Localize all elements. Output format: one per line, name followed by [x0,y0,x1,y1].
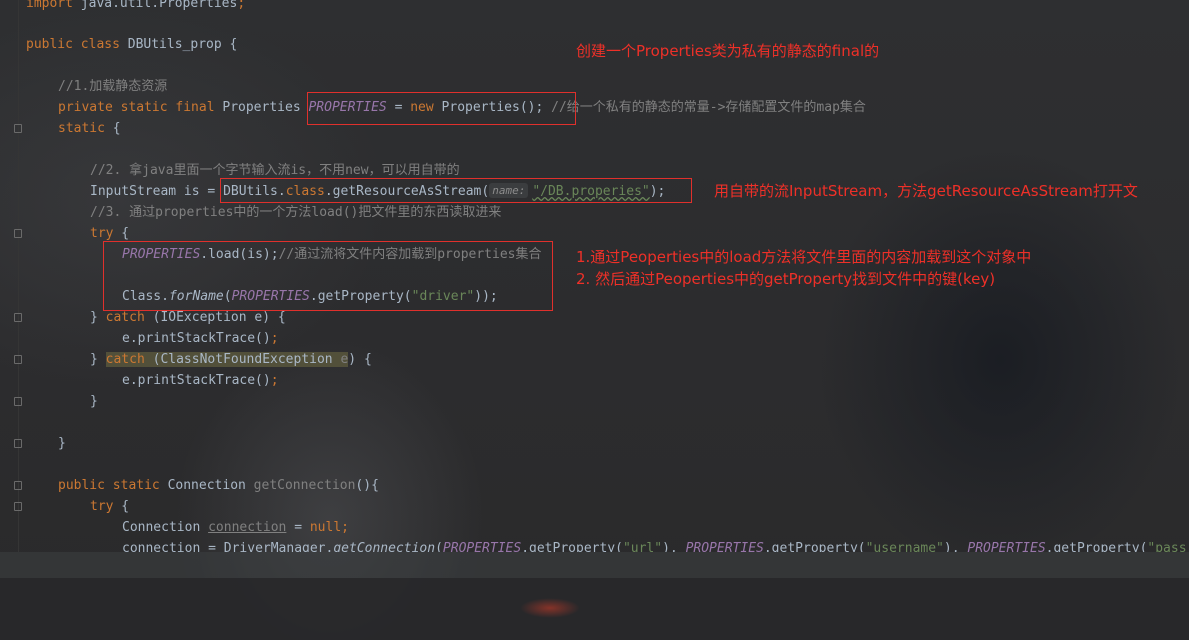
brace: } [58,436,66,451]
comment: //3. 通过properties中的一个方法load()把文件里的东西读取进来 [90,205,502,220]
brace: { [113,226,130,241]
annotation-note-field: 创建一个Properties类为私有的静态的final的 [576,42,880,60]
string-literal: "url" [622,541,663,552]
modifiers: public static [58,478,168,493]
code-line-import: import java.util.Properties; [26,0,245,14]
method-call: .getProperty( [521,541,623,552]
method-call: .getProperty( [763,541,866,552]
annotation-note-load: 1.通过Peoperties中的load方法将文件里面的内容加载到这个对象中 [576,248,1032,266]
field-ref: PROPERTIES [442,541,522,552]
static-keyword: static [58,121,105,136]
brace: { [104,121,121,136]
stmt-call: e.printStackTrace() [122,331,271,346]
field-ref: PROPERTIES [967,541,1046,552]
try-keyword: try [90,499,114,514]
null-keyword: null [309,520,342,535]
import-path: java.util.Properties [80,0,238,11]
highlight-box-field [307,92,576,125]
code-line-brace: } [90,391,98,412]
assignment: = DriverManager. [200,541,334,552]
variable: connection [208,520,287,535]
catch-params: (ClassNotFoundException [144,352,341,367]
comment: //2. 拿java里面一个字节输入流is，不用new，可以用自带的 [90,163,460,178]
modifiers: private static final [58,100,223,115]
brace: } [90,310,106,325]
bottom-panel [0,578,1189,640]
code-line-class: public class DBUtils_prop { [26,34,237,55]
editor-status-strip [0,552,1189,578]
comment: //1.加载静态资源 [58,79,168,94]
return-type: Connection [167,478,254,493]
comment: //给一个私有的静态的常量->存储配置文件的map集合 [543,100,866,115]
code-line-stmt: e.printStackTrace(); [122,373,279,388]
highlight-box-stream [220,178,692,203]
code-line-static: static { [58,118,121,139]
brace: ) { [348,352,372,367]
stmt-call: e.printStackTrace() [122,373,271,388]
separator: ), [943,541,968,552]
code-line-catch: } catch (ClassNotFoundException e) { [90,349,372,370]
try-keyword: try [90,226,114,241]
highlight-box-load [103,241,553,311]
brace: { [113,499,130,514]
class-name: DBUtils_prop [127,37,222,52]
method-name: getConnection [253,478,356,493]
params: (){ [355,478,379,493]
field-ref: PROPERTIES [685,541,764,552]
code-line-stmt: e.printStackTrace(); [122,331,279,346]
code-line-brace: } [58,433,66,454]
variable: connection [122,541,201,552]
code-line-comment: //3. 通过properties中的一个方法load()把文件里的东西读取进来 [90,202,501,223]
code-line-try: try { [90,496,129,517]
method-call: .getProperty( [1045,541,1148,552]
type-name: Properties [222,100,309,115]
code-line-method: public static Connection getConnection()… [58,475,379,496]
catch-params: (IOException e) { [144,310,286,325]
brace: { [221,37,238,52]
catch-keyword: catch [105,352,145,367]
declaration: InputStream is = [90,184,224,199]
class-keyword: public class [26,37,128,52]
paren: ( [435,541,443,552]
semicolon: ; [341,520,349,535]
code-line-comment: //1.加载静态资源 [58,76,167,97]
string-literal: "username" [865,541,944,552]
string-literal: "pass [1147,541,1187,552]
brace: } [90,394,98,409]
brace: } [90,352,106,367]
annotation-note-getproperty: 2. 然后通过Peoperties中的getProperty找到文件中的键(ke… [576,270,996,288]
method-name: getConnection [333,541,436,552]
separator: ), [662,541,686,552]
background-art-accent [520,598,580,618]
code-line-conn: Connection connection = null; [122,517,349,538]
code-line-drivermanager: connection = DriverManager.getConnection… [122,538,1187,552]
operator: = [286,520,310,535]
type-name: Connection [122,520,209,535]
annotation-note-stream: 用自带的流InputStream，方法getResourceAsStream打开… [714,182,1138,200]
catch-keyword: catch [105,310,145,325]
